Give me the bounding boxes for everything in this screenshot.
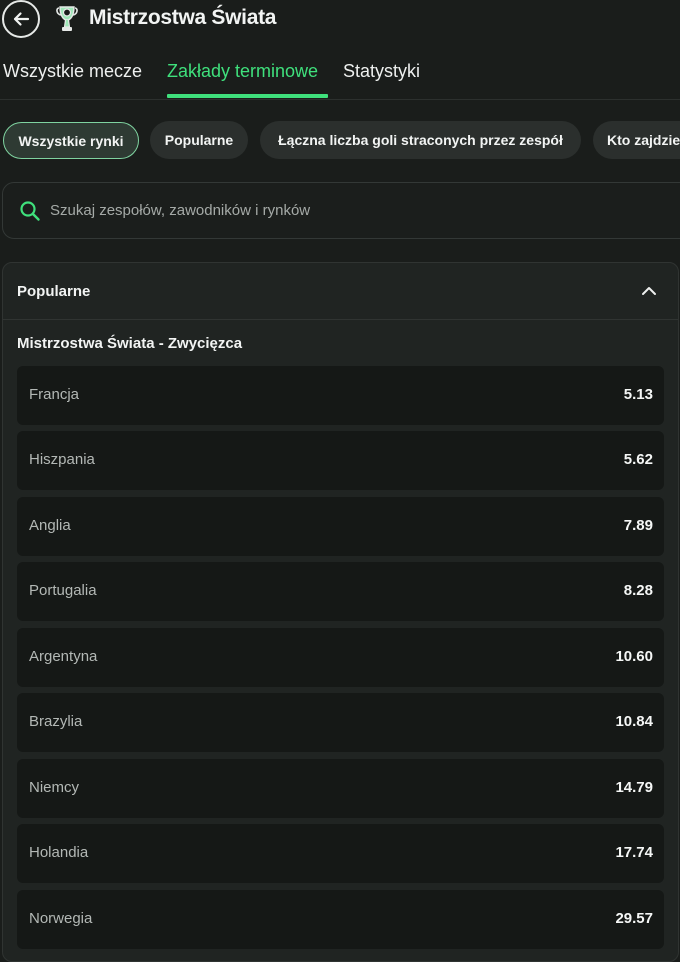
selection-row[interactable]: Portugalia 8.28 [17, 562, 664, 621]
selection-row[interactable]: Argentyna 10.60 [17, 628, 664, 687]
chip-popular[interactable]: Popularne [150, 121, 248, 159]
team-name: Holandia [29, 844, 89, 861]
team-name: Portugalia [29, 582, 97, 599]
back-button[interactable] [2, 0, 40, 38]
team-name: Niemcy [29, 779, 80, 796]
selection-row[interactable]: Francja 5.13 [17, 366, 664, 425]
market-filter-chips: Wszystkie rynki Popularne Łączna liczba … [0, 121, 680, 161]
chevron-up-icon[interactable] [640, 282, 658, 300]
search-input[interactable]: Szukaj zespołów, zawodników i rynków [2, 182, 680, 239]
team-name: Hiszpania [29, 451, 95, 468]
section-header[interactable]: Popularne [3, 263, 678, 320]
tab-statistics[interactable]: Statystyki [343, 61, 420, 82]
selection-row[interactable]: Hiszpania 5.62 [17, 431, 664, 490]
active-tab-indicator [167, 94, 328, 98]
market-title: Mistrzostwa Świata - Zwycięzca [17, 335, 243, 352]
odds-value: 10.60 [615, 648, 653, 665]
section-title: Popularne [17, 283, 91, 300]
page-title: Mistrzostwa Świata [89, 6, 277, 29]
tab-outright-bets[interactable]: Zakłady terminowe [167, 61, 318, 82]
odds-value: 7.89 [623, 517, 653, 534]
arrow-left-icon [13, 12, 30, 26]
search-placeholder: Szukaj zespołów, zawodników i rynków [50, 202, 311, 219]
odds-value: 14.79 [615, 779, 653, 796]
team-name: Argentyna [29, 648, 98, 665]
odds-value: 5.62 [623, 451, 653, 468]
team-name: Norwegia [29, 910, 93, 927]
search-icon [20, 201, 40, 221]
selection-row[interactable]: Norwegia 29.57 [17, 890, 664, 949]
odds-value: 29.57 [615, 910, 653, 927]
selection-row[interactable]: Niemcy 14.79 [17, 759, 664, 818]
team-name: Brazylia [29, 713, 83, 730]
team-name: Anglia [29, 517, 71, 534]
header: Mistrzostwa Świata [0, 0, 680, 40]
odds-value: 10.84 [615, 713, 653, 730]
tab-bar: Wszystkie mecze Zakłady terminowe Statys… [0, 56, 680, 100]
tab-all-matches[interactable]: Wszystkie mecze [3, 61, 142, 82]
odds-value: 5.13 [623, 386, 653, 403]
team-name: Francja [29, 386, 80, 403]
chip-all-markets[interactable]: Wszystkie rynki [3, 122, 139, 159]
chip-who-will-reach[interactable]: Kto zajdzie [593, 121, 680, 159]
popular-section: Popularne Mistrzostwa Świata - Zwycięzca… [2, 262, 679, 962]
odds-value: 17.74 [615, 844, 653, 861]
selection-row[interactable]: Holandia 17.74 [17, 824, 664, 883]
chip-goals-conceded[interactable]: Łączna liczba goli straconych przez zesp… [260, 121, 581, 159]
selection-row[interactable]: Brazylia 10.84 [17, 693, 664, 752]
odds-value: 8.28 [623, 582, 653, 599]
selection-row[interactable]: Anglia 7.89 [17, 497, 664, 556]
trophy-icon [56, 6, 78, 31]
